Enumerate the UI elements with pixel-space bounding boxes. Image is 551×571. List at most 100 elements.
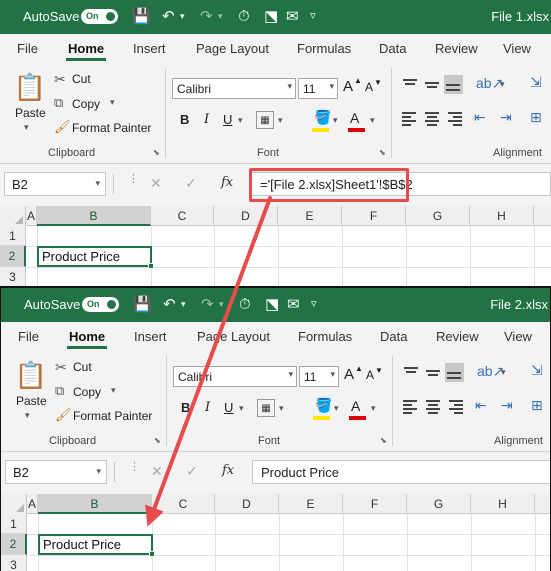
align-top-icon[interactable] (403, 364, 419, 380)
column-header[interactable]: B (37, 206, 151, 226)
redo-dropdown-icon[interactable]: ▾ (219, 296, 224, 313)
insert-function-button[interactable]: fx (222, 463, 234, 478)
italic-button[interactable]: I (205, 400, 210, 415)
tab-formulas[interactable]: Formulas (298, 329, 352, 344)
wrap-text-icon[interactable]: ⇲ (530, 74, 542, 91)
cancel-icon[interactable]: ✕ (150, 175, 162, 192)
increase-indent-icon[interactable]: ⇥ (501, 397, 513, 414)
autosave-toggle[interactable]: On (82, 297, 119, 312)
customize-qat-icon[interactable]: ▿ (311, 296, 317, 313)
wrap-text-icon[interactable]: ⇲ (531, 362, 543, 379)
column-header[interactable]: E (279, 494, 343, 514)
mail-icon[interactable]: ✉ (286, 8, 299, 25)
underline-button[interactable]: U (224, 400, 233, 415)
undo-icon[interactable]: ↶ (162, 8, 175, 25)
column-header[interactable]: H (471, 494, 535, 514)
column-header[interactable]: D (214, 206, 278, 226)
redo-icon[interactable]: ↷ (200, 8, 213, 25)
align-right-icon[interactable] (447, 398, 463, 414)
fill-color-dropdown-icon[interactable]: ▾ (334, 403, 339, 414)
undo-icon[interactable]: ↶ (163, 296, 176, 313)
decrease-indent-icon[interactable]: ⇤ (474, 109, 486, 126)
undo-dropdown-icon[interactable]: ▾ (181, 296, 186, 313)
clipboard-launcher-icon[interactable]: ⬊ (153, 148, 160, 157)
column-header[interactable]: A (26, 206, 37, 226)
clock-icon[interactable]: ⏱ (239, 296, 251, 313)
borders-dropdown-icon[interactable]: ▾ (279, 403, 284, 414)
paste-label[interactable]: Paste (15, 106, 46, 120)
cell-b2[interactable]: Product Price (38, 534, 155, 557)
clock-icon[interactable]: ⏱ (238, 8, 250, 25)
align-top-icon[interactable] (402, 76, 418, 92)
formula-input[interactable]: ='[File 2.xlsx]Sheet1'!$B$2 (251, 172, 551, 196)
save-icon[interactable]: 💾 (133, 296, 152, 313)
borders-dropdown-icon[interactable]: ▾ (278, 115, 283, 126)
copy-label[interactable]: Copy (72, 97, 100, 111)
cancel-icon[interactable]: ✕ (151, 463, 163, 480)
worksheet-grid[interactable]: A B C D E F G H 1 2 3 Product Price (1, 494, 550, 571)
select-all-button[interactable] (1, 494, 27, 514)
formula-input[interactable]: Product Price (252, 460, 550, 484)
paste-dropdown-icon[interactable]: ▾ (24, 122, 29, 133)
font-name-select[interactable]: Calibri ▾ (172, 78, 296, 99)
worksheet-grid[interactable]: A B C D E F G H 1 2 3 Product Price (0, 206, 551, 286)
fill-color-icon[interactable]: 🪣 (315, 397, 332, 414)
column-header[interactable]: F (343, 494, 407, 514)
undo-dropdown-icon[interactable]: ▾ (180, 8, 185, 25)
decrease-indent-icon[interactable]: ⇤ (475, 397, 487, 414)
align-left-icon[interactable] (403, 398, 419, 414)
column-header[interactable]: G (406, 206, 470, 226)
align-middle-icon[interactable] (425, 364, 441, 380)
align-center-icon[interactable] (424, 110, 440, 126)
copy-icon[interactable]: ⧉ (54, 95, 63, 111)
tab-review[interactable]: Review (435, 41, 478, 56)
orientation-dropdown-icon[interactable]: ▾ (501, 367, 506, 378)
align-center-icon[interactable] (425, 398, 441, 414)
select-all-button[interactable] (0, 206, 26, 226)
customize-qat-icon[interactable]: ▿ (310, 8, 316, 25)
font-name-select[interactable]: Calibri ▾ (173, 366, 297, 387)
redo-dropdown-icon[interactable]: ▾ (218, 8, 223, 25)
tab-data[interactable]: Data (380, 329, 407, 344)
insert-function-button[interactable]: fx (221, 175, 233, 190)
grow-font-button[interactable]: A (343, 78, 353, 95)
tab-view[interactable]: View (504, 329, 532, 344)
column-header[interactable]: F (342, 206, 406, 226)
tab-home[interactable]: Home (69, 329, 105, 344)
column-header[interactable]: B (38, 494, 152, 514)
column-header[interactable]: C (151, 206, 214, 226)
cut-label[interactable]: Cut (72, 72, 91, 86)
tab-home[interactable]: Home (68, 41, 104, 56)
autosave-toggle[interactable]: On (81, 9, 118, 24)
paste-icon[interactable]: 📋 (14, 70, 46, 104)
fill-handle[interactable] (148, 263, 154, 269)
cell-b2[interactable]: Product Price (37, 246, 154, 269)
scissors-icon[interactable]: ✂ (55, 359, 67, 376)
column-header[interactable]: C (152, 494, 215, 514)
row-header[interactable]: 3 (1, 555, 27, 571)
borders-icon[interactable]: ▦ (257, 399, 275, 417)
column-header[interactable]: A (27, 494, 38, 514)
row-header[interactable]: 2 (0, 246, 26, 267)
save-icon[interactable]: 💾 (132, 8, 151, 25)
copy-label[interactable]: Copy (73, 385, 101, 399)
align-right-icon[interactable] (446, 110, 462, 126)
font-color-icon[interactable]: A (350, 110, 359, 126)
merge-center-icon[interactable]: ⊞ (530, 109, 542, 126)
mail-icon[interactable]: ✉ (287, 296, 300, 313)
bold-button[interactable]: B (181, 400, 190, 415)
enter-icon[interactable]: ✓ (185, 175, 197, 192)
row-header[interactable]: 1 (1, 514, 27, 534)
shrink-font-button[interactable]: A (365, 80, 373, 94)
tab-insert[interactable]: Insert (134, 329, 167, 344)
clipboard-launcher-icon[interactable]: ⬊ (154, 436, 161, 445)
format-painter-icon[interactable]: 🖌 (55, 407, 72, 423)
fill-color-icon[interactable]: 🪣 (314, 109, 331, 126)
underline-dropdown-icon[interactable]: ▾ (239, 403, 244, 414)
name-box[interactable]: B2 ▾ (4, 172, 106, 196)
font-size-select[interactable]: 11 ▾ (299, 366, 339, 387)
share-icon[interactable]: ⬔ (264, 8, 278, 25)
column-header[interactable]: E (278, 206, 342, 226)
fill-color-dropdown-icon[interactable]: ▾ (333, 115, 338, 126)
font-color-icon[interactable]: A (351, 398, 360, 414)
